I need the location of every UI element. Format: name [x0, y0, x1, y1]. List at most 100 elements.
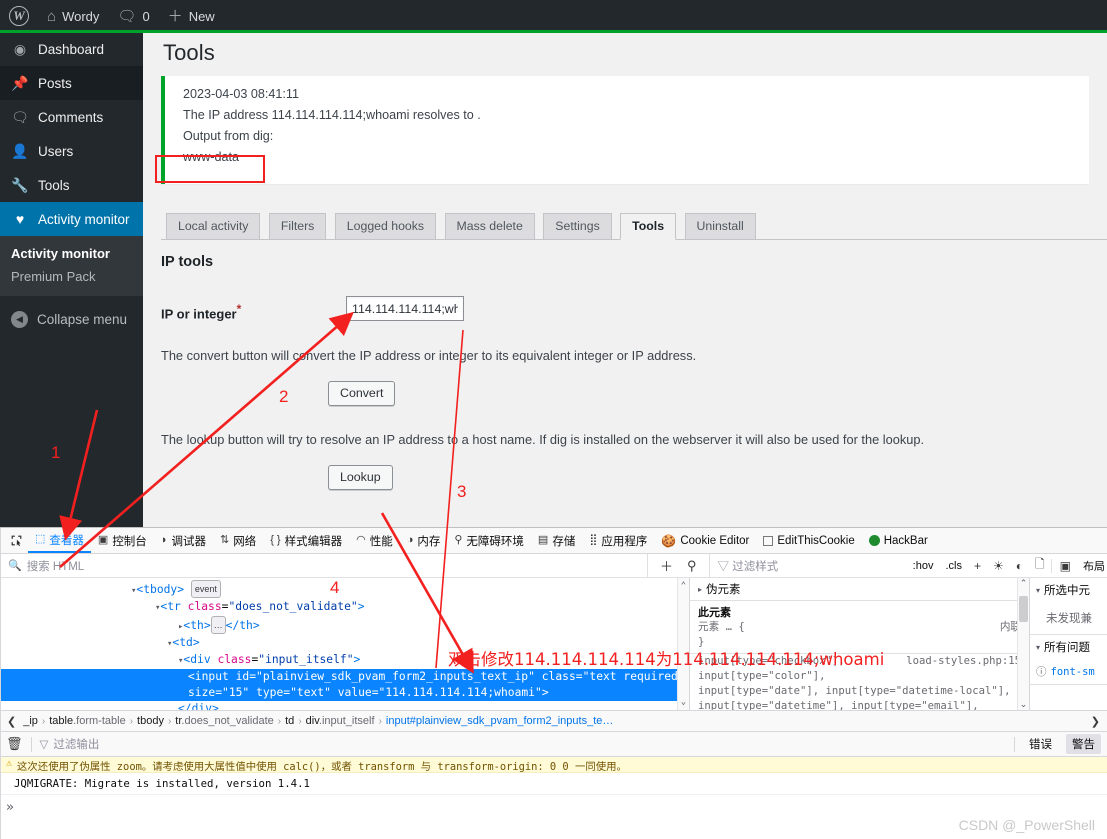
moon-contrast-icon[interactable]: ◐	[1010, 559, 1029, 573]
chevron-left-icon[interactable]: ❮	[4, 715, 19, 728]
scroll-down-icon[interactable]: ⌄	[1020, 699, 1028, 710]
markup-line[interactable]: ▾<tbody> event	[0, 580, 689, 599]
breadcrumb-item[interactable]: div.input_itself	[306, 715, 375, 727]
markup-line[interactable]: ▾<div class="input_itself">	[0, 652, 689, 669]
devtools-tab-performance[interactable]: ◠ 性能	[349, 528, 400, 553]
devtools-tab-editthiscookie[interactable]: EditThisCookie	[756, 528, 861, 553]
markup-line[interactable]: </div>	[0, 701, 689, 710]
split-view-icon[interactable]: ▣	[1050, 558, 1077, 573]
eyedropper-icon[interactable]: ⚲	[687, 558, 697, 574]
selected-element-section[interactable]: ▾ 所选中元	[1030, 578, 1107, 602]
sidebar-item-posts[interactable]: 📌 Posts	[0, 66, 143, 100]
tab-uninstall[interactable]: Uninstall	[684, 213, 756, 240]
console-message-row[interactable]: JQMIGRATE: Migrate is installed, version…	[0, 773, 1107, 795]
scroll-up-icon[interactable]: ⌃	[1020, 578, 1028, 589]
devtools-tab-debugger[interactable]: ◗ 调试器	[154, 528, 213, 553]
devtools-tab-label: 应用程序	[601, 535, 648, 548]
twisty-closed-icon[interactable]: ▸	[698, 585, 702, 594]
scroll-down-icon[interactable]: ⌄	[681, 694, 686, 710]
lookup-button-row: Lookup	[143, 464, 1107, 490]
console-filter-errors[interactable]: 错误	[1023, 734, 1058, 754]
devtools-tab-hackbar[interactable]: HackBar	[862, 528, 935, 553]
devtools-tab-inspector[interactable]: ⬚ 查看器	[28, 528, 91, 553]
issue-list-item[interactable]: ⓘ font-sm	[1030, 659, 1107, 684]
console-filter-warnings[interactable]: 警告	[1066, 734, 1101, 754]
sun-icon[interactable]: ☀	[987, 559, 1010, 573]
markup-search-box[interactable]: 🔍 搜索 HTML	[0, 553, 648, 578]
document-icon[interactable]: 🗋	[1029, 555, 1051, 576]
admin-bar-wp-logo[interactable]: W	[0, 0, 38, 32]
wrench-icon: 🔧	[11, 177, 29, 193]
chevron-right-icon[interactable]: ❯	[1088, 715, 1103, 728]
admin-bar-site-name[interactable]: ⌂ Wordy	[38, 0, 108, 32]
toolbar-divider	[30, 736, 32, 752]
collapsed-content-ellipsis[interactable]: …	[210, 616, 226, 634]
sidebar-item-tools[interactable]: 🔧 Tools	[0, 168, 143, 202]
event-badge[interactable]: event	[190, 580, 221, 598]
devtools-tab-label: 样式编辑器	[284, 535, 343, 548]
rules-filter-input[interactable]: ▽ 过滤样式	[718, 558, 907, 574]
tab-filters[interactable]: Filters	[268, 213, 327, 240]
twisty-open-icon[interactable]: ▾	[1036, 586, 1040, 595]
scrollbar-thumb[interactable]	[1019, 596, 1028, 622]
devtools-tab-network[interactable]: ⇅ 网络	[213, 528, 263, 553]
rule-selector-line[interactable]: load-styles.php:15 input[type="checkbox"]…	[690, 654, 1029, 669]
devtools-tab-memory[interactable]: ◑ 内存	[400, 528, 448, 553]
sidebar-subitem-premium-pack[interactable]: Premium Pack	[0, 265, 143, 288]
admin-bar-new[interactable]: ＋ New	[159, 0, 224, 32]
sidebar-item-activity-monitor[interactable]: ♥ Activity monitor	[0, 202, 143, 236]
class-cls-button[interactable]: .cls	[939, 560, 968, 572]
breadcrumb-item[interactable]: tr.does_not_validate	[175, 715, 273, 727]
markup-line[interactable]: ▸<th>… </th>	[0, 616, 689, 635]
devtools-tab-cookie-editor[interactable]: 🍪 Cookie Editor	[654, 528, 756, 553]
sidebar-subitem-activity-monitor[interactable]: Activity monitor	[0, 242, 143, 265]
devtools-tab-storage[interactable]: ▤ 存储	[531, 528, 582, 553]
breadcrumb-item[interactable]: _ip	[23, 715, 38, 727]
console-input-prompt[interactable]: »	[0, 795, 1107, 815]
breadcrumb-item-current[interactable]: input#plainview_sdk_pvam_form2_inputs_te…	[386, 715, 613, 727]
required-marker: *	[236, 302, 242, 317]
devtools-tab-application[interactable]: ⣿ 应用程序	[582, 528, 654, 553]
breadcrumb-item[interactable]: td	[285, 715, 294, 727]
output-resolve-line: The IP address 114.114.114.114;whoami re…	[183, 107, 481, 122]
ip-input[interactable]	[346, 296, 464, 322]
twisty-open-icon[interactable]: ▾	[1036, 643, 1040, 652]
sidebar-collapse-menu[interactable]: ◀ Collapse menu	[0, 302, 143, 336]
rules-scrollbar[interactable]: ⌃ ⌄	[1017, 578, 1029, 710]
console-filter-input[interactable]: ▽ 过滤输出	[40, 736, 100, 752]
tab-tools[interactable]: Tools	[620, 213, 677, 241]
devtools-tab-console[interactable]: ▣ 控制台	[91, 528, 154, 553]
layout-tab-label[interactable]: 布局	[1077, 558, 1107, 574]
plus-icon[interactable]: ＋	[660, 556, 673, 575]
pseudo-class-hov-button[interactable]: :hov	[907, 560, 940, 572]
sidebar-item-comments[interactable]: 🗨 Comments	[0, 100, 143, 134]
markup-selected-node[interactable]: <input id="plainview_sdk_pvam_form2_inpu…	[0, 669, 689, 701]
tab-local-activity[interactable]: Local activity	[166, 213, 261, 240]
devtools-tab-accessibility[interactable]: ⚲ 无障碍环境	[447, 528, 531, 553]
pseudo-elements-header[interactable]: ▸ 伪元素	[690, 578, 1029, 601]
tab-settings[interactable]: Settings	[543, 213, 612, 240]
lookup-button[interactable]: Lookup	[328, 464, 393, 490]
tab-mass-delete[interactable]: Mass delete	[444, 213, 535, 240]
inline-style-rule[interactable]: 内联 元素 … {	[690, 620, 1029, 635]
all-issues-section[interactable]: ▾ 所有问题	[1030, 635, 1107, 659]
markup-line[interactable]: ▾<td>	[0, 635, 689, 652]
markup-line[interactable]: ▾<tr class="does_not_validate">	[0, 599, 689, 616]
breadcrumb-item[interactable]: table.form-table	[49, 715, 125, 727]
breadcrumb-item[interactable]: tbody	[137, 715, 164, 727]
element-picker-icon[interactable]	[4, 529, 28, 553]
add-rule-button[interactable]: +	[968, 559, 987, 573]
sidebar-item-dashboard[interactable]: ◉ Dashboard	[0, 32, 143, 66]
markup-scrollbar[interactable]: ⌃ ⌄	[677, 578, 689, 710]
rule-source-link[interactable]: load-styles.php:15	[906, 655, 1021, 668]
console-warning-row[interactable]: ⚠ 这次还使用了伪属性 zoom。请考虑使用大属性值中使用 calc()，或者 …	[0, 757, 1107, 773]
trash-icon[interactable]: 🗑	[6, 736, 23, 752]
tab-logged-hooks[interactable]: Logged hooks	[334, 213, 437, 240]
sidebar-item-users[interactable]: 👤 Users	[0, 134, 143, 168]
convert-button[interactable]: Convert	[328, 380, 396, 406]
admin-bar-comments[interactable]: 🗨 0	[108, 0, 158, 32]
devtools-tab-style-editor[interactable]: { } 样式编辑器	[263, 528, 349, 553]
hackbar-green-circle-icon	[868, 535, 880, 546]
devtools-tab-label: 性能	[369, 535, 393, 548]
scroll-up-icon[interactable]: ⌃	[681, 578, 686, 594]
